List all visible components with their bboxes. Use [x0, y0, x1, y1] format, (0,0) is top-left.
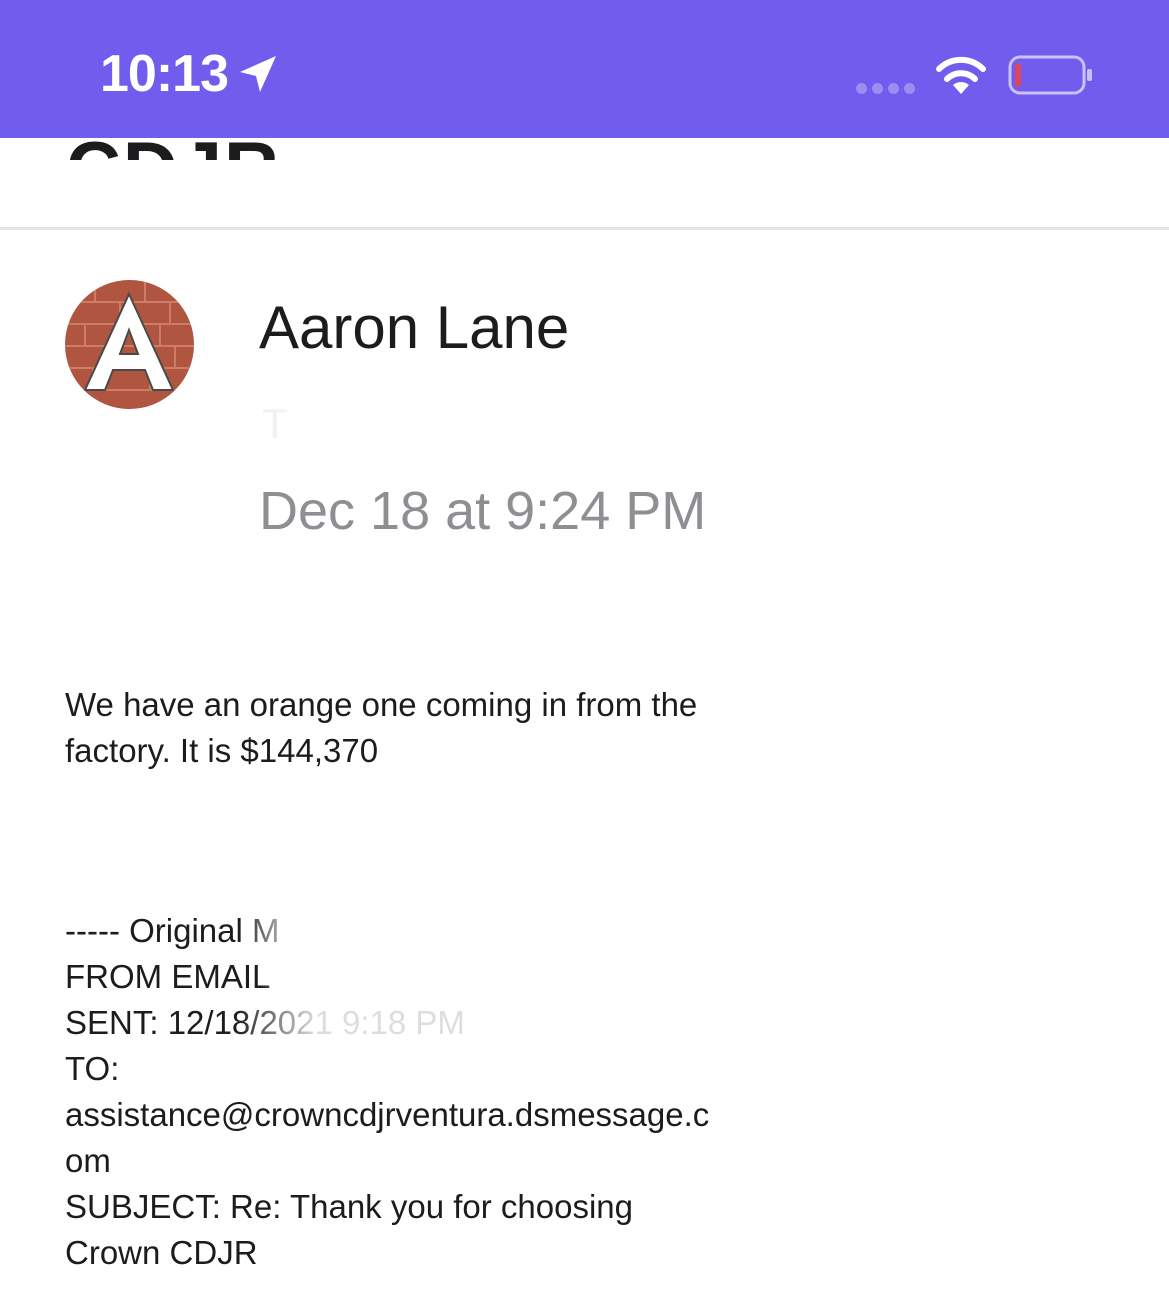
recipient-line: T [262, 400, 288, 447]
original-from-label: FROM EMAIL [65, 958, 271, 995]
body-line: factory. It is $144,370 [65, 732, 379, 769]
body-line: We have an orange one coming in from the [65, 686, 698, 723]
avatar[interactable] [65, 280, 194, 409]
sender-name[interactable]: Aaron Lane [259, 292, 569, 364]
location-arrow-icon [240, 56, 276, 92]
battery-low-icon [1008, 55, 1092, 95]
avatar-image [65, 280, 194, 409]
signal-dots-icon [856, 83, 915, 94]
status-time: 10:13 [100, 45, 229, 103]
message-body: We have an orange one coming in from the… [65, 682, 785, 774]
status-bar: 10:13 [0, 0, 1169, 138]
original-to-address[interactable]: assistance@crowncdjrventura.dsmessage.c [65, 1092, 785, 1138]
original-message-block: ----- Original M FROM EMAIL SENT: 12/18/… [65, 908, 785, 1276]
original-subject: SUBJECT: Re: Thank you for choosing [65, 1188, 633, 1225]
header-divider [0, 227, 1169, 230]
original-to-label: TO: [65, 1050, 120, 1087]
original-subject-cont: Crown CDJR [65, 1234, 258, 1271]
original-to-address-cont[interactable]: om [65, 1138, 785, 1184]
wifi-icon [936, 56, 986, 94]
sent-date: Dec 18 at 9:24 PM [259, 481, 707, 541]
